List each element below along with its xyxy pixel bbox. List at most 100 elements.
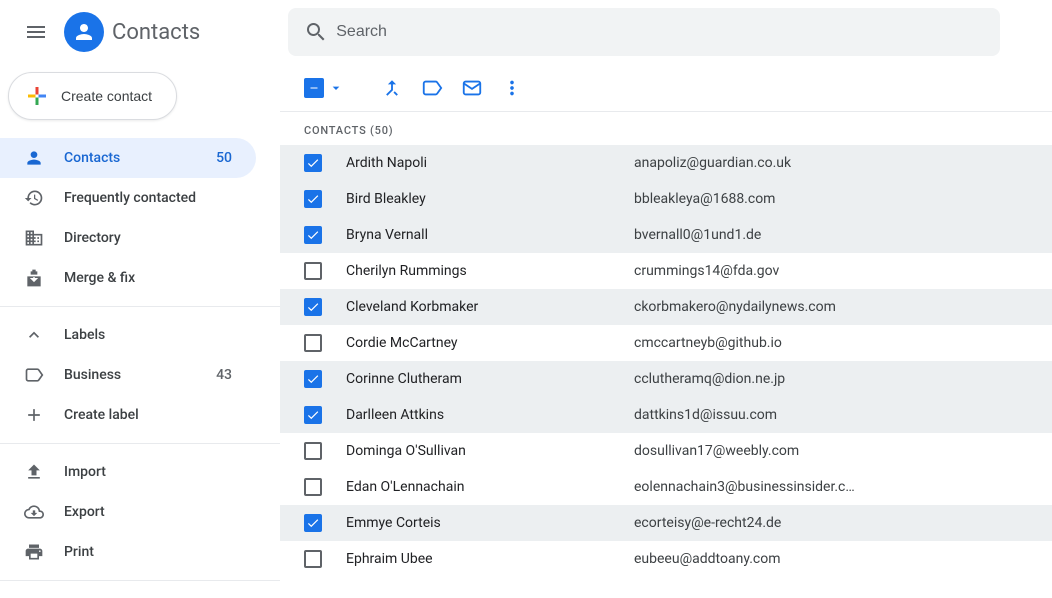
contact-row[interactable]: Dominga O'Sullivandosullivan17@weebly.co… — [280, 433, 1052, 469]
row-checkbox[interactable] — [304, 154, 322, 172]
app-logo[interactable]: Contacts — [64, 12, 200, 52]
labels-header[interactable]: Labels — [0, 315, 256, 355]
email-icon — [461, 77, 483, 99]
row-checkbox[interactable] — [304, 298, 322, 316]
sidebar-item-frequent[interactable]: Frequently contacted — [0, 178, 256, 218]
contact-email: cclutheramq@dion.ne.jp — [634, 371, 874, 387]
caret-down-icon — [328, 80, 344, 96]
create-contact-label: Create contact — [61, 88, 152, 104]
row-checkbox[interactable] — [304, 226, 322, 244]
contact-row[interactable]: Emmye Corteisecorteisy@e-recht24.de — [280, 505, 1052, 541]
contact-row[interactable]: Edan O'Lennachaineolennachain3@businessi… — [280, 469, 1052, 505]
sidebar-item-merge[interactable]: Merge & fix — [0, 258, 256, 298]
contact-row[interactable]: Cleveland Korbmakerckorbmakero@nydailyne… — [280, 289, 1052, 325]
sidebar-label-business[interactable]: Business43 — [0, 355, 256, 395]
search-button[interactable] — [296, 12, 336, 52]
contact-row[interactable]: Ardith Napolianapoliz@guardian.co.uk — [280, 145, 1052, 181]
search-bar[interactable] — [288, 8, 1000, 56]
sidebar-item-label: Frequently contacted — [64, 190, 232, 206]
mergefix-icon — [24, 268, 44, 288]
plus-multicolor-icon — [25, 84, 49, 108]
contact-name: Ardith Napoli — [346, 155, 634, 171]
selection-dropdown[interactable] — [304, 78, 344, 98]
sidebar-item-count: 50 — [216, 150, 232, 166]
contact-email: eubeeu@addtoany.com — [634, 551, 874, 567]
contact-row[interactable]: Corinne Clutheramcclutheramq@dion.ne.jp — [280, 361, 1052, 397]
main-menu-button[interactable] — [12, 8, 60, 56]
contact-name: Ephraim Ubee — [346, 551, 634, 567]
selection-toolbar — [280, 64, 1052, 112]
search-icon — [304, 20, 328, 44]
contact-email: ckorbmakero@nydailynews.com — [634, 299, 874, 315]
indeterminate-checkbox-icon — [304, 78, 324, 98]
app-title: Contacts — [112, 20, 200, 45]
contact-email: eolennachain3@businessinsider.c… — [634, 479, 874, 495]
contact-email: dattkins1d@issuu.com — [634, 407, 874, 423]
contact-row[interactable]: Bird Bleakleybbleakleya@1688.com — [280, 181, 1052, 217]
contact-row[interactable]: Bryna Vernallbvernall0@1und1.de — [280, 217, 1052, 253]
row-checkbox[interactable] — [304, 550, 322, 568]
upload-icon — [24, 462, 44, 482]
sidebar-item-directory[interactable]: Directory — [0, 218, 256, 258]
person-icon — [24, 148, 44, 168]
contact-name: Bryna Vernall — [346, 227, 634, 243]
export-button[interactable]: Export — [0, 492, 256, 532]
import-button[interactable]: Import — [0, 452, 256, 492]
contact-name: Bird Bleakley — [346, 191, 634, 207]
row-checkbox[interactable] — [304, 478, 322, 496]
contact-row[interactable]: Ephraim Ubeeeubeeu@addtoany.com — [280, 541, 1052, 577]
sidebar-label-count: 43 — [216, 367, 232, 383]
contact-email: dosullivan17@weebly.com — [634, 443, 874, 459]
create-label-label: Create label — [64, 407, 232, 423]
chevron-up-icon — [24, 325, 44, 345]
header: Contacts — [0, 0, 1052, 64]
divider — [0, 443, 280, 444]
merge-button[interactable] — [372, 68, 412, 108]
contact-row[interactable]: Darlleen Attkinsdattkins1d@issuu.com — [280, 397, 1052, 433]
print-label: Print — [64, 544, 232, 560]
label-icon — [421, 77, 443, 99]
contact-name: Darlleen Attkins — [346, 407, 634, 423]
row-checkbox[interactable] — [304, 370, 322, 388]
cloud-download-icon — [24, 502, 44, 522]
sidebar: Create contact Contacts50 Frequently cont… — [0, 64, 280, 598]
row-checkbox[interactable] — [304, 262, 322, 280]
contact-email: ecorteisy@e-recht24.de — [634, 515, 874, 531]
contact-name: Dominga O'Sullivan — [346, 443, 634, 459]
row-checkbox[interactable] — [304, 442, 322, 460]
main-content: CONTACTS (50) Ardith Napolianapoliz@guar… — [280, 64, 1052, 598]
contact-name: Emmye Corteis — [346, 515, 634, 531]
label-button[interactable] — [412, 68, 452, 108]
merge-icon — [381, 77, 403, 99]
contacts-section-header: CONTACTS (50) — [280, 112, 1052, 145]
hamburger-icon — [24, 20, 48, 44]
more-vert-icon — [501, 77, 523, 99]
divider — [0, 580, 280, 581]
contact-name: Cherilyn Rummings — [346, 263, 634, 279]
create-label-button[interactable]: Create label — [0, 395, 256, 435]
sidebar-item-label: Directory — [64, 230, 232, 246]
contact-email: anapoliz@guardian.co.uk — [634, 155, 874, 171]
sidebar-item-contacts[interactable]: Contacts50 — [0, 138, 256, 178]
row-checkbox[interactable] — [304, 514, 322, 532]
contact-row[interactable]: Cordie McCartneycmccartneyb@github.io — [280, 325, 1052, 361]
create-contact-button[interactable]: Create contact — [8, 72, 177, 120]
contact-email: cmccartneyb@github.io — [634, 335, 874, 351]
print-button[interactable]: Print — [0, 532, 256, 572]
row-checkbox[interactable] — [304, 190, 322, 208]
email-button[interactable] — [452, 68, 492, 108]
history-icon — [24, 188, 44, 208]
sidebar-label-text: Business — [64, 367, 216, 383]
contact-name: Corinne Clutheram — [346, 371, 634, 387]
search-input[interactable] — [336, 8, 992, 56]
contact-email: bvernall0@1und1.de — [634, 227, 874, 243]
contact-email: crummings14@fda.gov — [634, 263, 874, 279]
print-icon — [24, 542, 44, 562]
contact-row[interactable]: Cherilyn Rummingscrummings14@fda.gov — [280, 253, 1052, 289]
row-checkbox[interactable] — [304, 334, 322, 352]
more-actions-button[interactable] — [492, 68, 532, 108]
import-label: Import — [64, 464, 232, 480]
row-checkbox[interactable] — [304, 406, 322, 424]
contact-email: bbleakleya@1688.com — [634, 191, 874, 207]
contact-name: Cleveland Korbmaker — [346, 299, 634, 315]
